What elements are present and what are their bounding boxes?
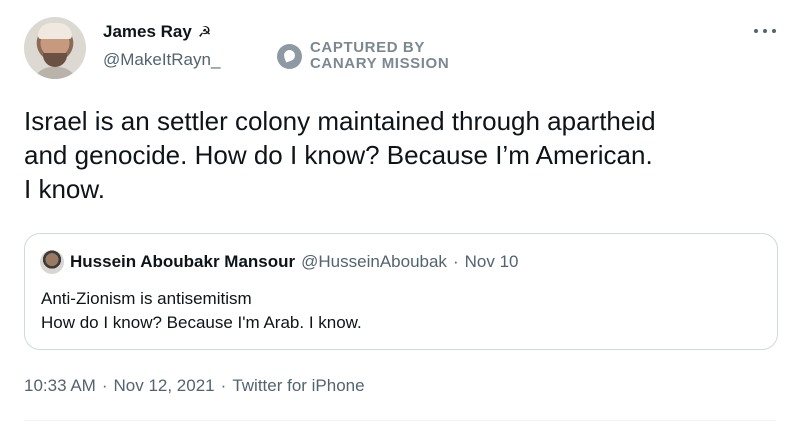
author-name-row[interactable]: James Ray ☭ — [103, 22, 211, 42]
watermark-line-2: CANARY MISSION — [310, 55, 450, 72]
quoted-author-avatar[interactable] — [40, 250, 64, 274]
tweet-text: Israel is an settler colony maintained t… — [24, 106, 656, 204]
quoted-author-handle[interactable]: @HusseinAboubak — [301, 252, 447, 272]
avatar-beard — [43, 53, 67, 67]
quoted-tweet-text: Anti-Zionism is antisemitism How do I kn… — [41, 289, 362, 332]
divider — [24, 420, 776, 421]
watermark-line-1: CAPTURED BY — [310, 39, 425, 56]
canary-logo-icon — [277, 43, 302, 69]
quoted-tweet-header: Hussein Aboubakr Mansour @HusseinAboubak… — [40, 250, 518, 274]
watermark-text: CAPTURED BY CANARY MISSION — [310, 40, 449, 72]
hammer-sickle-icon: ☭ — [197, 23, 212, 41]
tweet-client[interactable]: Twitter for iPhone — [232, 376, 364, 396]
more-options-icon[interactable] — [754, 26, 776, 36]
more-dot — [772, 29, 776, 33]
quoted-author-name[interactable]: Hussein Aboubakr Mansour — [70, 252, 295, 272]
tweet-time[interactable]: 10:33 AM — [24, 376, 96, 396]
quoted-tweet-date[interactable]: Nov 10 — [465, 252, 519, 272]
author-display-name[interactable]: James Ray — [103, 22, 192, 42]
quoted-separator: · — [452, 252, 459, 271]
watermark: CAPTURED BY CANARY MISSION — [277, 40, 449, 72]
quoted-tweet-card[interactable]: Hussein Aboubakr Mansour @HusseinAboubak… — [24, 233, 778, 350]
avatar-shirt — [32, 67, 78, 79]
more-dot — [754, 29, 758, 33]
author-handle[interactable]: @MakeItRayn_ — [103, 50, 220, 70]
avatar-cap — [38, 23, 72, 39]
meta-separator: · — [220, 376, 227, 395]
meta-separator: · — [101, 376, 108, 395]
author-avatar[interactable] — [24, 17, 86, 79]
more-dot — [763, 29, 767, 33]
tweet-date[interactable]: Nov 12, 2021 — [114, 376, 215, 396]
tweet-metadata: 10:33 AM · Nov 12, 2021 · Twitter for iP… — [24, 376, 365, 396]
